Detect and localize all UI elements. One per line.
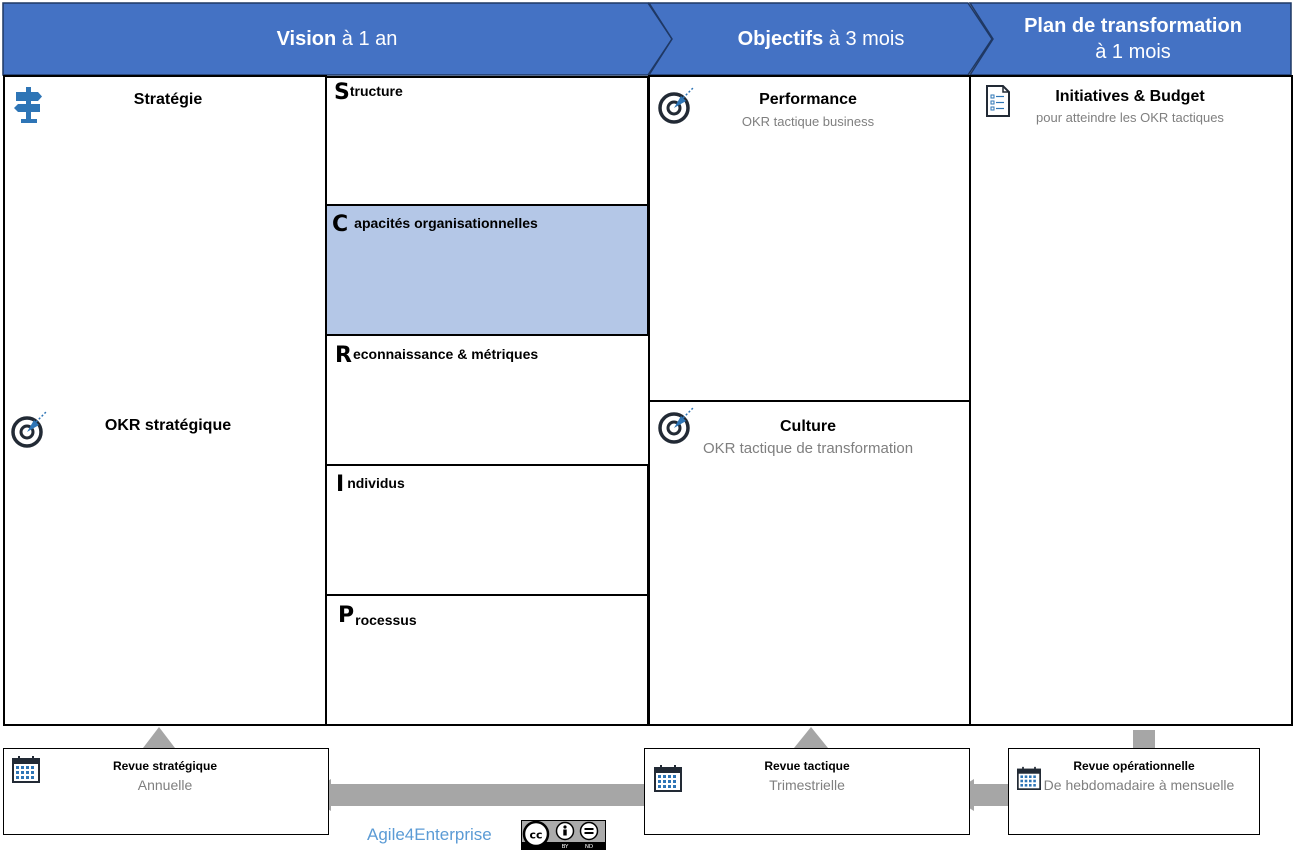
- flow-arrows: [143, 727, 1155, 811]
- review-operationnelle-title: Revue opérationnelle: [1073, 759, 1195, 773]
- by-text: BY: [562, 844, 569, 850]
- arrow-up-strategique: [143, 727, 175, 748]
- brand-name: Agile4Enterprise: [367, 825, 492, 844]
- cc-license-badge: cc BY ND: [521, 820, 606, 850]
- connector-operationnelle: [1133, 730, 1155, 748]
- calendar-icon: [1017, 765, 1041, 796]
- review-strategique-subtitle: Annuelle: [137, 777, 193, 793]
- arrow-left-tactique-to-strategique: [305, 779, 645, 811]
- calendar-icon: [654, 764, 682, 797]
- cc-text: cc: [529, 829, 542, 842]
- review-tactique-title: Revue tactique: [764, 759, 850, 773]
- calendar-icon: [12, 755, 40, 788]
- review-strategique-title: Revue stratégique: [112, 759, 218, 773]
- arrow-up-tactique: [794, 727, 828, 748]
- review-operationnelle-subtitle: De hebdomadaire à mensuelle: [1043, 777, 1235, 793]
- review-tactique-subtitle: Trimestrielle: [769, 777, 845, 793]
- nd-text: ND: [585, 844, 593, 850]
